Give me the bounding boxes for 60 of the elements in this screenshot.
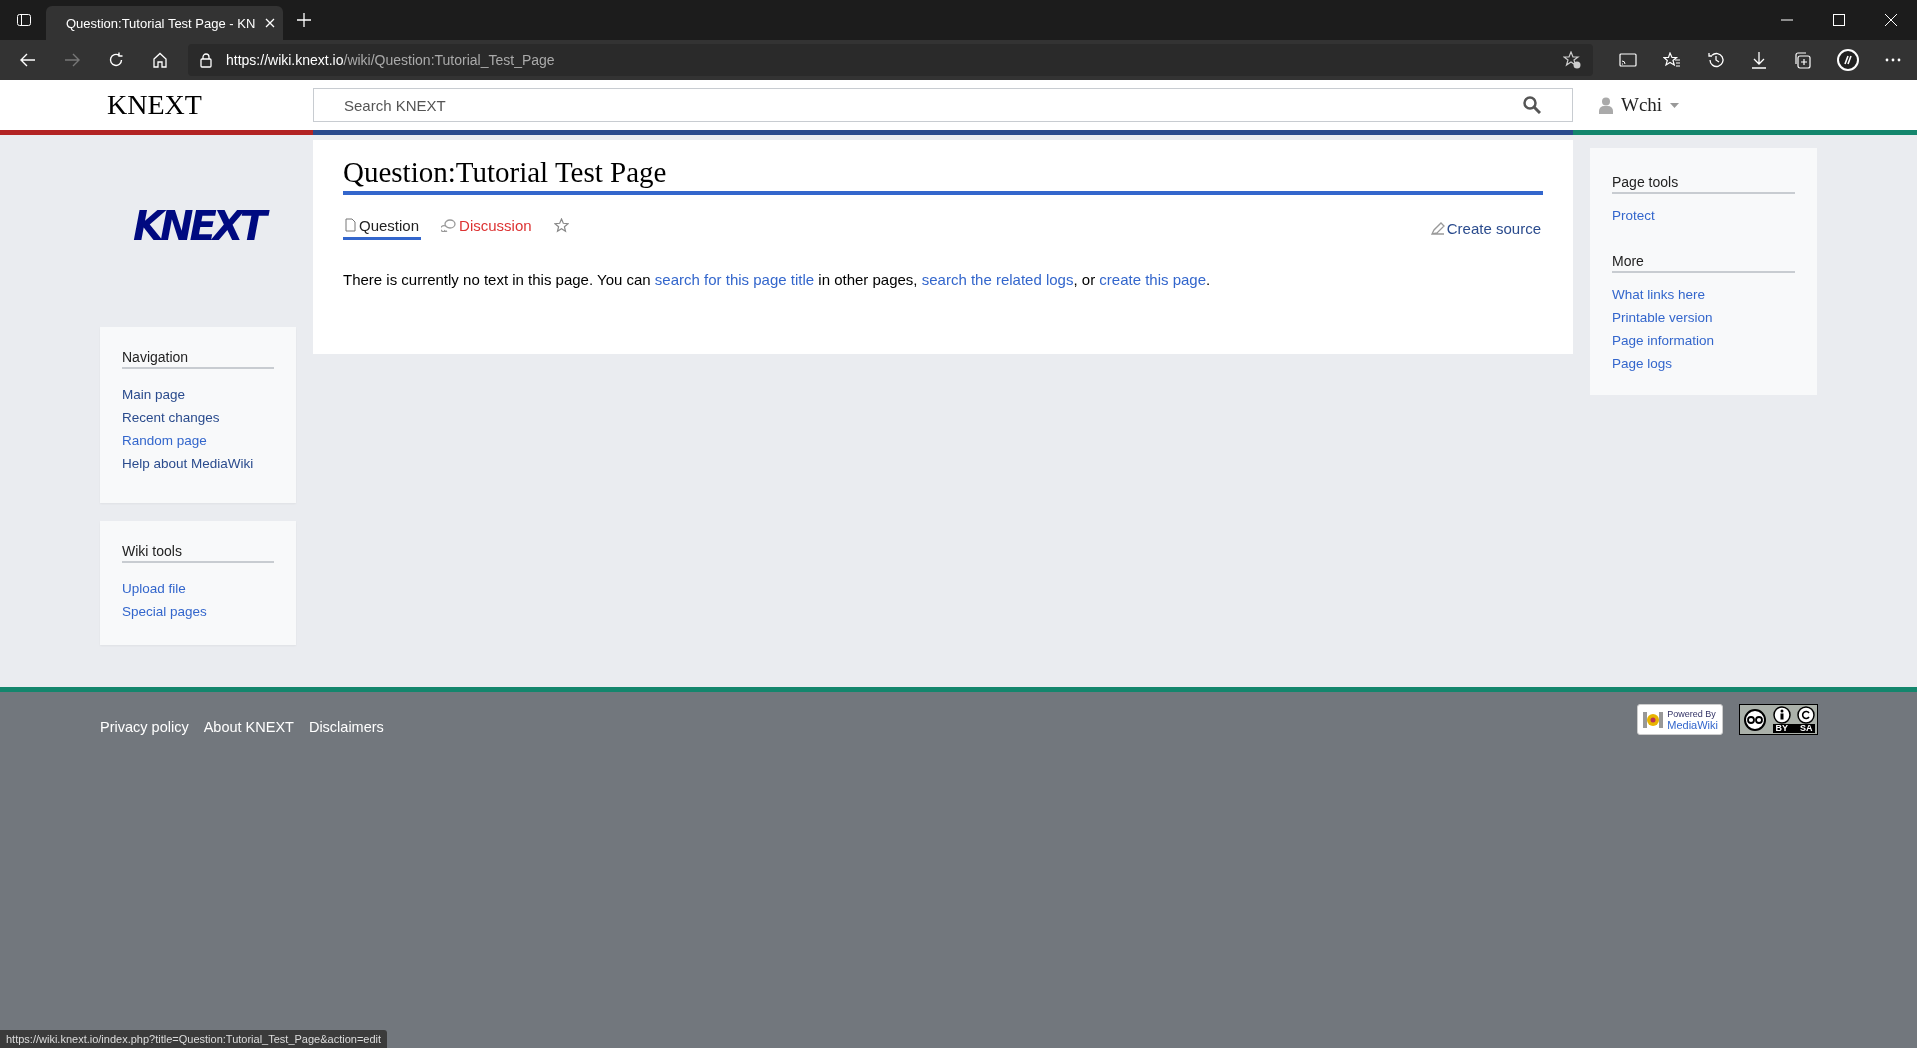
footer-link[interactable]: Privacy policy (100, 719, 189, 735)
caret-icon (1670, 102, 1680, 108)
sidebar-link[interactable]: Page information (1612, 329, 1795, 352)
section-heading: Navigation (122, 349, 274, 369)
cc-license-badge[interactable]: BY SA (1739, 704, 1818, 735)
site-title[interactable]: KNEXT (107, 89, 202, 121)
notice-link[interactable]: search for this page title (654, 271, 815, 288)
section-heading: Wiki tools (122, 543, 274, 563)
sidebar-link[interactable]: What links here (1612, 283, 1795, 306)
tab-actions-icon[interactable] (16, 12, 32, 28)
close-icon[interactable] (1885, 14, 1897, 26)
sidebar-link[interactable]: Random page (122, 429, 274, 452)
back-icon[interactable] (20, 53, 36, 67)
sidebar-link[interactable]: Protect (1612, 204, 1795, 227)
download-icon[interactable] (1751, 51, 1767, 69)
section-heading: More (1612, 253, 1795, 273)
collections-icon[interactable] (1793, 51, 1811, 69)
footer-link[interactable]: About KNEXT (203, 719, 294, 735)
refresh-icon[interactable] (108, 52, 124, 68)
cast-icon[interactable] (1619, 53, 1637, 67)
lock-icon (200, 52, 212, 68)
address-bar[interactable]: https://wiki.knext.io/wiki/Question:Tutorial_Test_Page (188, 44, 1593, 76)
notice-text: There is currently no text in this page. You can search for this page title in other pages, search the related logs, or create this page. (343, 271, 1212, 288)
sidebar-link[interactable]: Special pages (122, 600, 274, 623)
page-tab[interactable]: Question (343, 216, 422, 240)
close-tab-icon[interactable] (265, 18, 276, 28)
sidebar-link[interactable]: Printable version (1612, 306, 1795, 329)
sidebar-link[interactable]: Upload file (122, 577, 274, 600)
profile-icon[interactable] (1837, 49, 1859, 71)
browser-tab[interactable]: Question:Tutorial Test Page - KN (46, 6, 283, 40)
star-icon[interactable] (553, 217, 569, 233)
notice-link[interactable]: create this page (1099, 271, 1207, 288)
maximize-icon[interactable] (1833, 14, 1845, 26)
section-heading: Page tools (1612, 174, 1795, 194)
speech-bubbles-icon (441, 218, 457, 232)
forward-icon[interactable] (64, 53, 80, 67)
sidebar-link[interactable]: Help about MediaWiki (122, 452, 274, 475)
more-icon[interactable] (1885, 58, 1901, 62)
sidebar-link[interactable]: Main page (122, 383, 274, 406)
home-icon[interactable] (152, 52, 168, 68)
pencil-icon (1430, 221, 1445, 235)
search-icon[interactable] (1523, 96, 1541, 114)
create-source-link[interactable]: Create source (1430, 219, 1541, 237)
sidebar-link[interactable]: Page logs (1612, 352, 1795, 375)
new-tab-icon[interactable] (297, 13, 311, 27)
url-text: https://wiki.knext.io/wiki/Question:Tutorial_Test_Page (226, 52, 555, 68)
user-icon (1599, 96, 1613, 114)
powered-by-mediawiki-badge[interactable]: Powered By MediaWiki (1637, 704, 1723, 735)
search-field[interactable]: Search KNEXT (313, 88, 1573, 122)
history-icon[interactable] (1707, 51, 1725, 69)
footer-link[interactable]: Disclaimers (308, 719, 384, 735)
page-tab[interactable]: Discussion (439, 216, 534, 240)
add-favorite-icon[interactable] (1563, 51, 1581, 69)
status-url: https://wiki.knext.io/index.php?title=Question:Tutorial_Test_Page&action=edit (0, 1030, 388, 1048)
page-icon (345, 218, 356, 232)
notice-link[interactable]: search the related logs (921, 271, 1074, 288)
sidebar-link[interactable]: Recent changes (122, 406, 274, 429)
page-title: Question:Tutorial Test Page (343, 156, 1543, 195)
favorites-icon[interactable] (1663, 52, 1681, 68)
user-menu[interactable]: Wchi (1599, 94, 1680, 116)
